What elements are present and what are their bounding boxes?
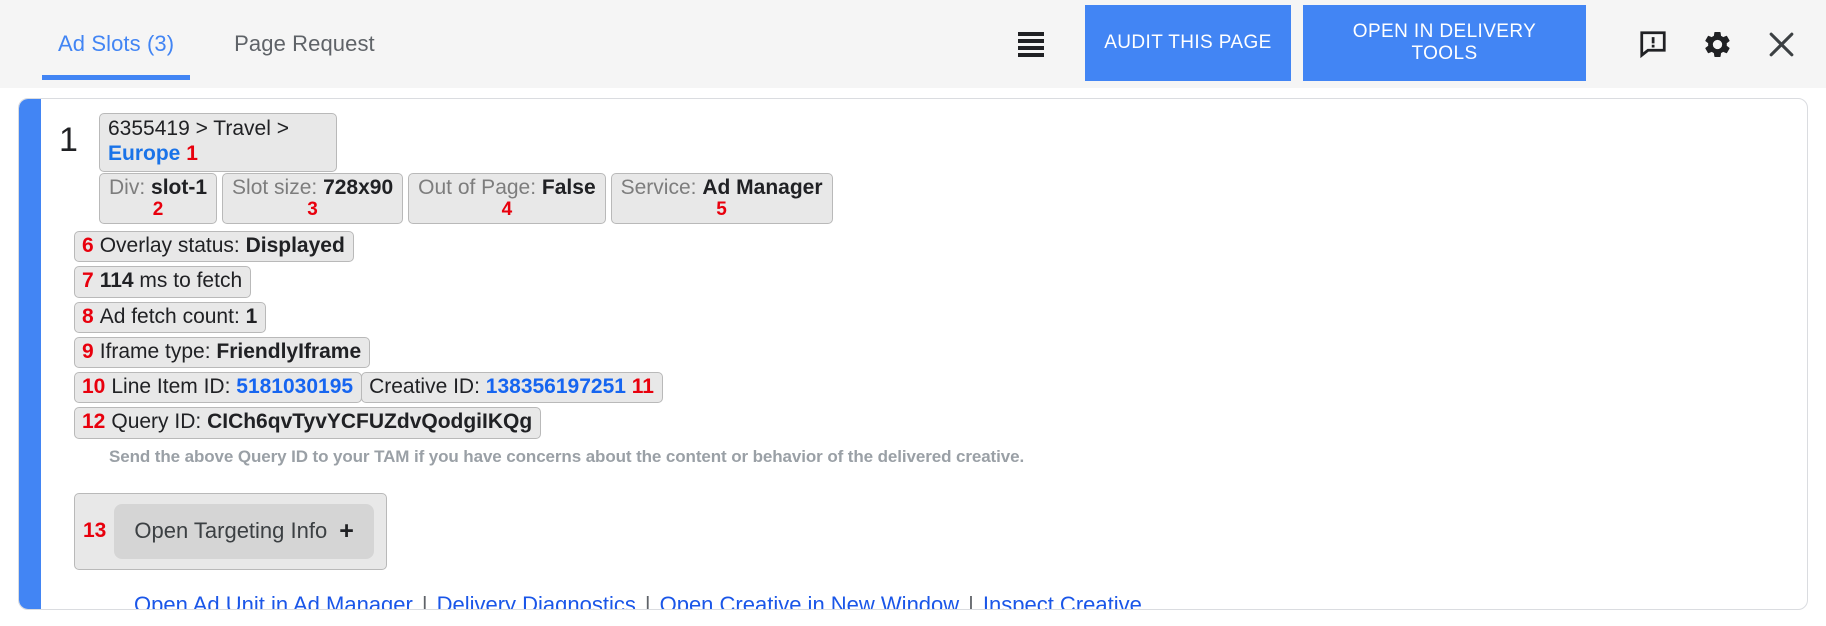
open-in-delivery-tools-button[interactable]: OPEN IN DELIVERY TOOLS	[1303, 5, 1586, 81]
meta-div-marker: 2	[109, 200, 207, 220]
meta-div-value: slot-1	[151, 176, 207, 199]
gear-icon[interactable]	[1700, 27, 1734, 61]
card-accent-bar	[19, 99, 41, 609]
targeting-marker: 13	[83, 519, 106, 542]
meta-slot-size-marker: 3	[232, 200, 393, 220]
slot-meta-row: Div: slot-1 2 Slot size: 728x90 3	[99, 173, 1807, 225]
tab-spacer	[190, 0, 218, 88]
meta-out-of-page-value: False	[542, 176, 596, 199]
feedback-icon[interactable]	[1636, 27, 1670, 61]
stat-chip-fetch-time: 7 114 ms to fetch	[74, 266, 251, 297]
meta-slot-size-label: Slot size:	[232, 176, 317, 199]
tab-page-request[interactable]: Page Request	[218, 0, 391, 88]
slot-links: Open Ad Unit in Ad Manager | Delivery Diag…	[134, 592, 1807, 610]
open-targeting-info-button[interactable]: Open Targeting Info +	[114, 504, 373, 559]
stat-chip-ad-fetch-count: 8 Ad fetch count: 1	[74, 302, 266, 333]
hamburger-icon[interactable]	[1011, 0, 1051, 88]
stat-iframe-type-value: FriendlyIframe	[216, 340, 361, 363]
slot-index: 1	[59, 113, 99, 157]
chip-creative-id[interactable]: Creative ID: 138356197251 11	[361, 372, 663, 403]
tab-page-request-label: Page Request	[234, 31, 375, 57]
meta-out-of-page-label: Out of Page:	[418, 176, 536, 199]
stat-row-iframe-type: 9 Iframe type: FriendlyIframe	[74, 337, 1807, 368]
stat-row-overlay-status: 6 Overlay status: Displayed	[74, 231, 1807, 262]
toolbar-spacer	[391, 0, 1011, 88]
stat-iframe-type-marker: 9	[82, 340, 94, 363]
open-targeting-info-label: Open Targeting Info	[134, 518, 327, 544]
meta-service-value: Ad Manager	[702, 176, 822, 199]
meta-service-label: Service:	[621, 176, 697, 199]
stat-fetch-time-marker: 7	[82, 269, 94, 292]
toolbar: Ad Slots (3) Page Request AUDIT THIS PAG…	[0, 0, 1826, 88]
query-id-note: Send the above Query ID to your TAM if y…	[109, 447, 1807, 467]
link-separator: |	[422, 592, 428, 610]
chip-line-item-id[interactable]: 10 Line Item ID: 5181030195	[74, 372, 362, 403]
stat-ad-fetch-count-marker: 8	[82, 305, 94, 328]
query-id-label: Query ID:	[111, 410, 201, 433]
link-open-creative-in-new-window[interactable]: Open Creative in New Window	[660, 592, 960, 610]
breadcrumb-prefix: 6355419 > Travel >	[108, 117, 289, 140]
plus-icon: +	[339, 517, 354, 546]
creative-id-value: 138356197251	[486, 375, 626, 398]
stat-row-ids: 10 Line Item ID: 5181030195 Creative ID: …	[74, 372, 1807, 403]
stat-row-query-id: 12 Query ID: CICh6qvTyvYCFUZdvQodgiIKQg	[74, 407, 1807, 438]
stat-overlay-status-value: Displayed	[246, 234, 345, 257]
stat-iframe-type-label: Iframe type:	[100, 340, 211, 363]
stat-chip-overlay-status: 6 Overlay status: Displayed	[74, 231, 354, 262]
audit-this-page-button[interactable]: AUDIT THIS PAGE	[1085, 5, 1291, 81]
line-item-id-label: Line Item ID:	[111, 375, 230, 398]
ad-slot-list: 1 6355419 > Travel > Europe 1 Div: slot-…	[0, 88, 1826, 610]
link-delivery-diagnostics[interactable]: Delivery Diagnostics	[437, 592, 636, 610]
stat-ad-fetch-count-label: Ad fetch count:	[100, 305, 240, 328]
query-id-value: CICh6qvTyvYCFUZdvQodgiIKQg	[207, 410, 532, 433]
breadcrumb-marker: 1	[186, 142, 198, 165]
meta-div-label: Div:	[109, 176, 145, 199]
tab-ad-slots-label: Ad Slots (3)	[58, 31, 174, 57]
meta-out-of-page-marker: 4	[418, 200, 595, 220]
stat-row-fetch-time: 7 114 ms to fetch	[74, 266, 1807, 297]
query-id-marker: 12	[82, 410, 105, 433]
link-open-ad-unit-in-ad-manager[interactable]: Open Ad Unit in Ad Manager	[134, 592, 413, 610]
close-icon[interactable]	[1764, 27, 1798, 61]
chip-query-id[interactable]: 12 Query ID: CICh6qvTyvYCFUZdvQodgiIKQg	[74, 407, 541, 438]
ad-slot-card: 1 6355419 > Travel > Europe 1 Div: slot-…	[18, 98, 1808, 610]
ad-unit-breadcrumb[interactable]: 6355419 > Travel > Europe 1	[99, 113, 337, 172]
stat-chip-iframe-type: 9 Iframe type: FriendlyIframe	[74, 337, 370, 368]
stat-fetch-time-value: 114	[100, 269, 134, 292]
toolbar-icons	[1586, 0, 1826, 88]
stat-fetch-time-label: ms to fetch	[139, 269, 242, 292]
line-item-id-marker: 10	[82, 375, 105, 398]
tab-ad-slots[interactable]: Ad Slots (3)	[42, 0, 190, 88]
meta-chip-slot-size: Slot size: 728x90 3	[222, 173, 403, 225]
stat-row-ad-fetch-count: 8 Ad fetch count: 1	[74, 302, 1807, 333]
meta-service-marker: 5	[621, 200, 823, 220]
tab-bar: Ad Slots (3) Page Request	[42, 0, 391, 88]
targeting-info-container: 13 Open Targeting Info +	[74, 493, 387, 570]
stat-overlay-status-label: Overlay status:	[100, 234, 240, 257]
creative-id-label: Creative ID:	[369, 375, 480, 398]
creative-id-marker: 11	[632, 375, 654, 398]
meta-chip-div: Div: slot-1 2	[99, 173, 217, 225]
meta-chip-out-of-page: Out of Page: False 4	[408, 173, 605, 225]
meta-slot-size-value: 728x90	[323, 176, 393, 199]
line-item-id-value: 5181030195	[236, 375, 353, 398]
slot-stats: 6 Overlay status: Displayed 7 114 ms to fe…	[74, 231, 1807, 439]
breadcrumb-last: Europe	[108, 142, 180, 165]
stat-overlay-status-marker: 6	[82, 234, 94, 257]
link-separator: |	[645, 592, 651, 610]
meta-chip-service: Service: Ad Manager 5	[611, 173, 833, 225]
stat-ad-fetch-count-value: 1	[246, 305, 258, 328]
link-inspect-creative[interactable]: Inspect Creative	[983, 592, 1142, 610]
link-separator: |	[968, 592, 974, 610]
